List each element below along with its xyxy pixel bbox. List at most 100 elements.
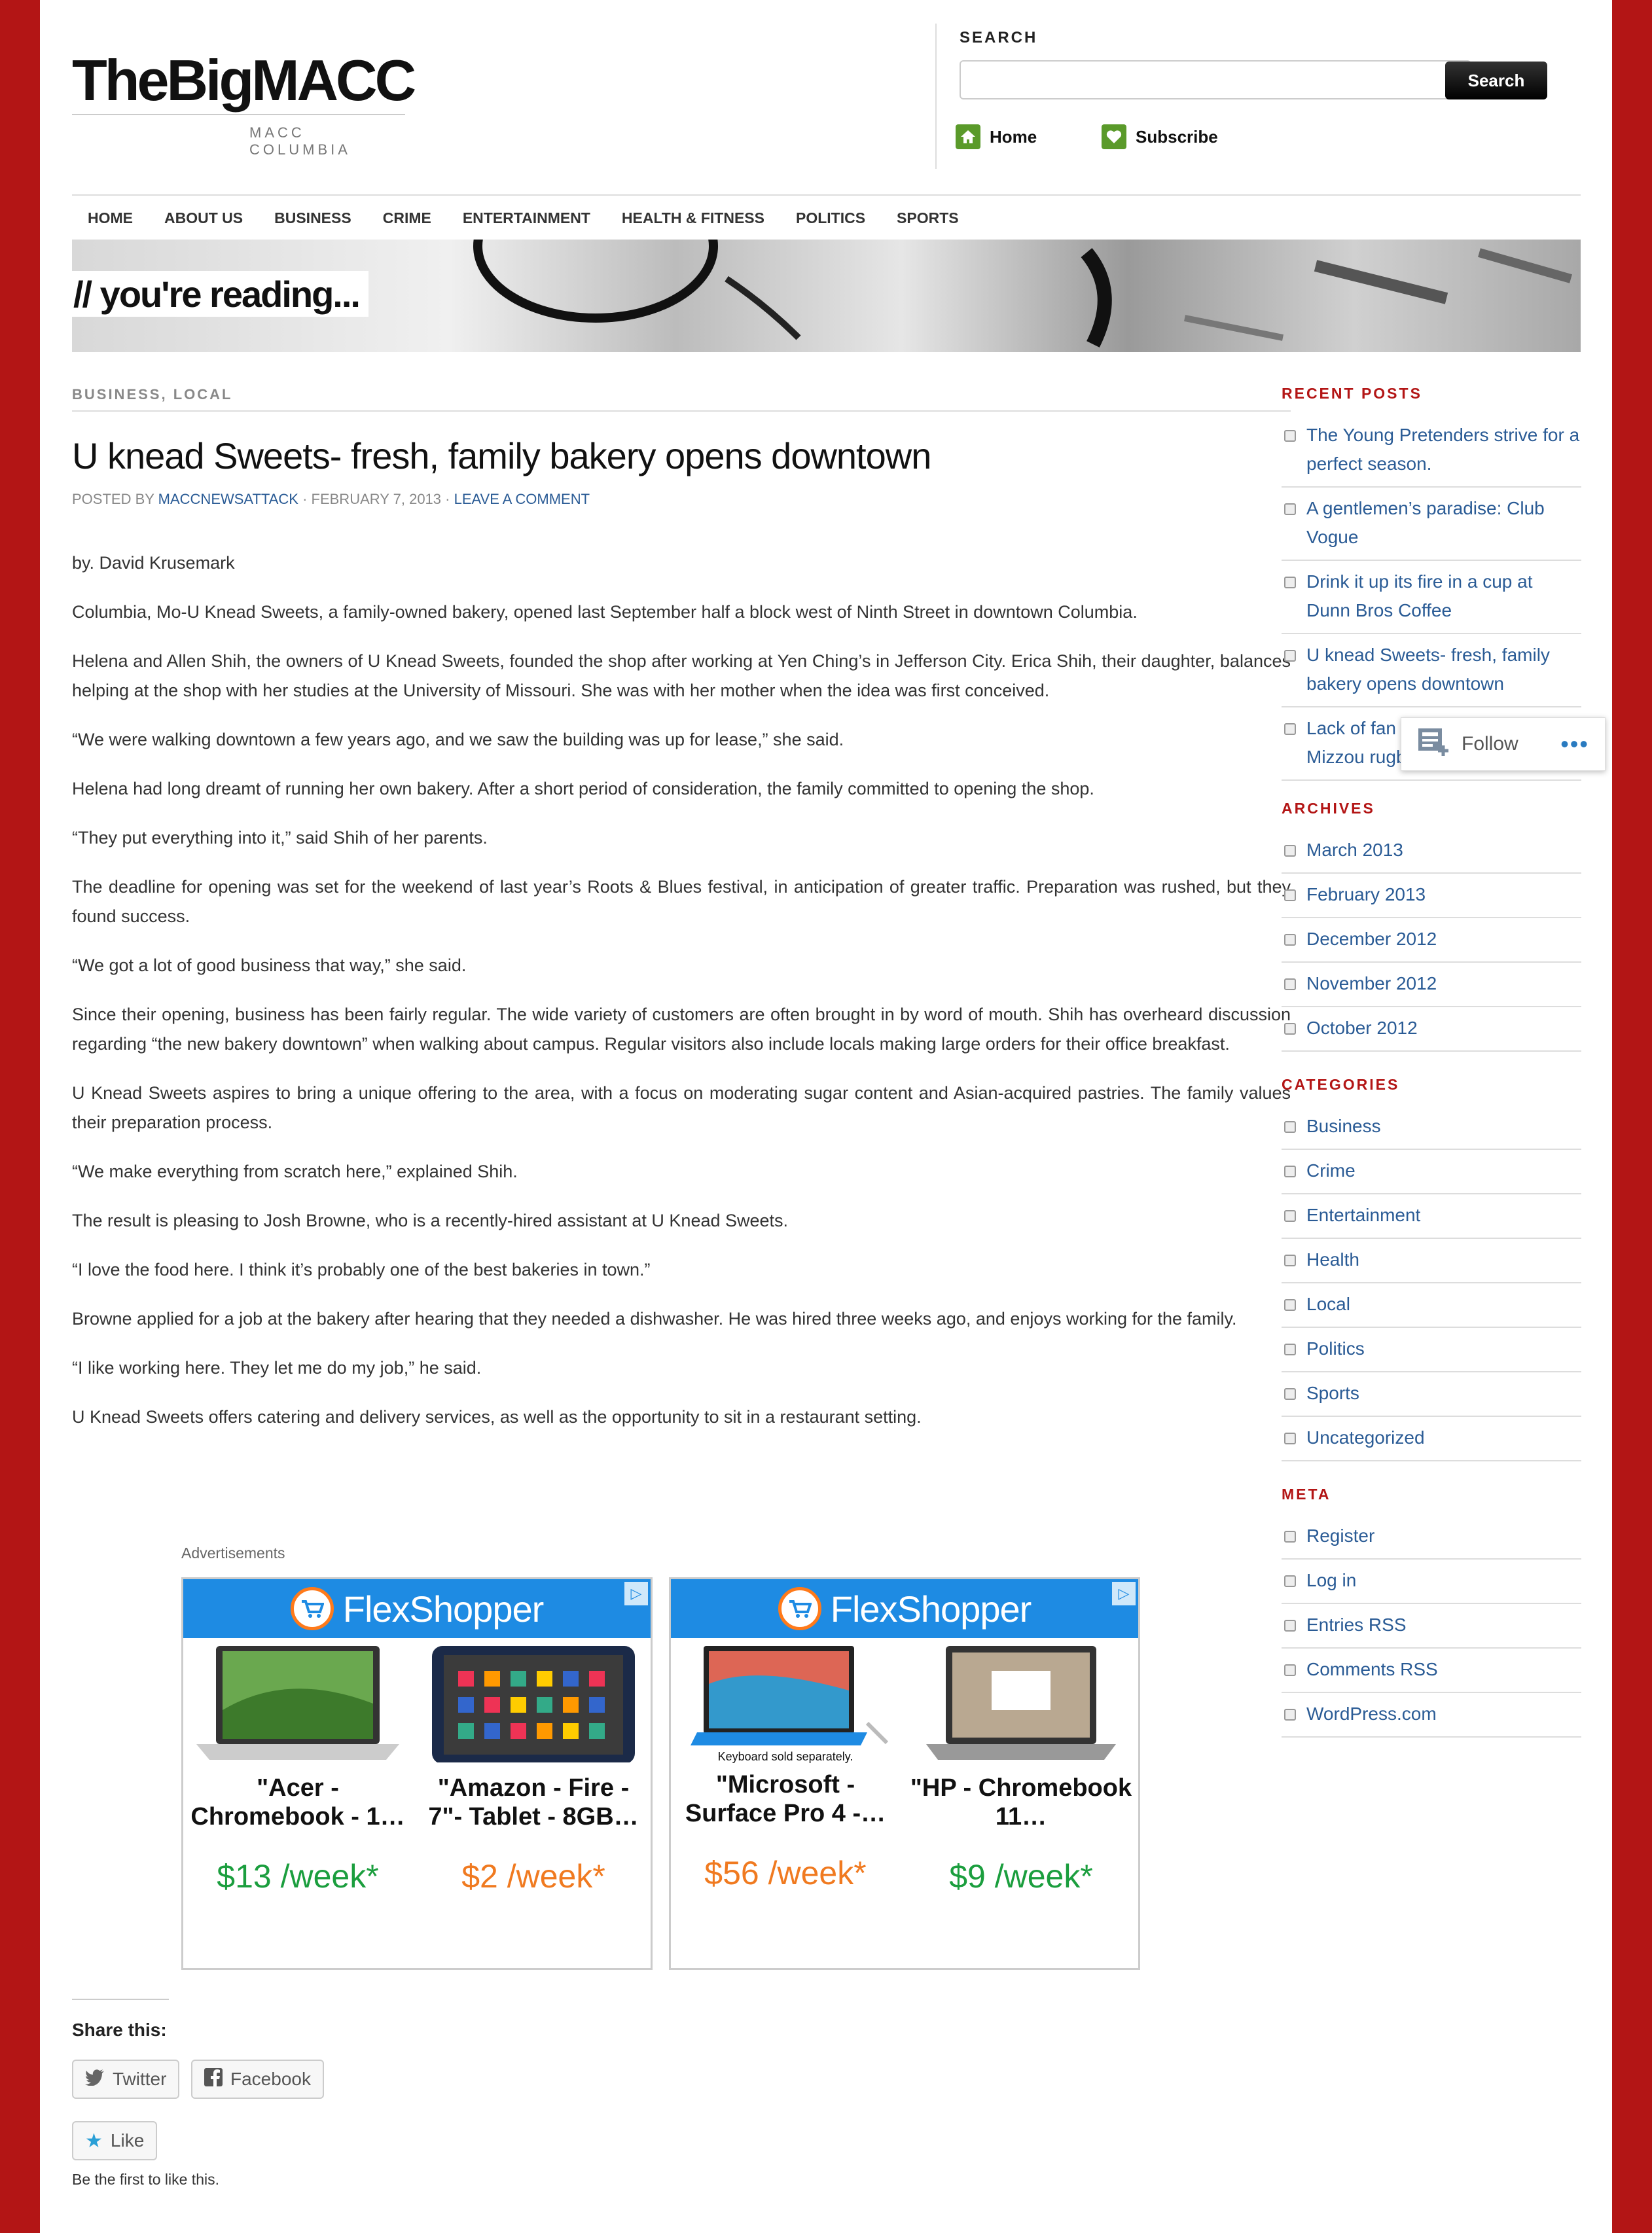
archive-item[interactable]: March 2013 (1282, 829, 1581, 874)
facebook-share-button[interactable]: Facebook (191, 2060, 324, 2099)
nav-about-us[interactable]: ABOUT US (149, 209, 259, 227)
recent-post-link[interactable]: U knead Sweets- fresh, family bakery ope… (1306, 641, 1581, 698)
category-link[interactable]: Crime (1306, 1156, 1356, 1185)
category-link[interactable]: Health (1306, 1245, 1359, 1274)
category-item[interactable]: Uncategorized (1282, 1417, 1581, 1461)
bullet-icon (1284, 1255, 1296, 1266)
recent-post-link[interactable]: The Young Pretenders strive for a perfec… (1306, 421, 1581, 478)
meta-item[interactable]: Comments RSS (1282, 1649, 1581, 1693)
category-item[interactable]: Entertainment (1282, 1194, 1581, 1239)
meta-item[interactable]: Log in (1282, 1560, 1581, 1604)
like-button[interactable]: ★ Like (72, 2121, 158, 2160)
recent-post-item[interactable]: Drink it up its fire in a cup at Dunn Br… (1282, 561, 1581, 634)
nav-crime[interactable]: CRIME (367, 209, 447, 227)
archive-item[interactable]: October 2012 (1282, 1007, 1581, 1052)
archive-link[interactable]: December 2012 (1306, 925, 1437, 954)
meta-item[interactable]: WordPress.com (1282, 1693, 1581, 1738)
paragraph: Columbia, Mo-U Knead Sweets, a family-ow… (72, 602, 1138, 622)
post-date[interactable]: FEBRUARY 7, 2013 (312, 491, 442, 507)
paragraph: Helena had long dreamt of running her ow… (72, 779, 1094, 798)
bullet-icon (1284, 430, 1296, 442)
nav-home[interactable]: HOME (72, 209, 149, 227)
ad-header: FlexShopper ▷ (671, 1579, 1138, 1638)
category-item[interactable]: Crime (1282, 1150, 1581, 1194)
nav-sports[interactable]: SPORTS (881, 209, 975, 227)
ad-unit-1[interactable]: FlexShopper ▷ "Acer - Chromebook - 1… $1… (181, 1577, 653, 1970)
follow-widget[interactable]: Follow ••• (1401, 717, 1606, 771)
leave-comment-link[interactable]: LEAVE A COMMENT (454, 491, 590, 507)
ad-product-price: $9 /week* (949, 1858, 1093, 1895)
meta-link[interactable]: Register (1306, 1522, 1374, 1550)
category-link[interactable]: Local (1306, 1290, 1350, 1319)
ad-product[interactable]: "Acer - Chromebook - 1… $13 /week* (187, 1645, 409, 1895)
bullet-icon (1284, 1575, 1296, 1587)
archive-link[interactable]: October 2012 (1306, 1014, 1418, 1043)
subscribe-link[interactable]: Subscribe (1102, 124, 1218, 149)
bullet-icon (1284, 1299, 1296, 1311)
recent-post-link[interactable]: Drink it up its fire in a cup at Dunn Br… (1306, 567, 1581, 625)
recent-post-item[interactable]: The Young Pretenders strive for a perfec… (1282, 414, 1581, 488)
follow-label: Follow (1462, 733, 1518, 755)
ad-product[interactable]: "HP - Chromebook 11… $9 /week* (910, 1645, 1132, 1895)
bullet-icon (1284, 845, 1296, 857)
category-link[interactable]: Politics (1306, 1334, 1365, 1363)
shopping-cart-icon (290, 1587, 334, 1630)
meta-link[interactable]: WordPress.com (1306, 1700, 1437, 1728)
category-item[interactable]: Politics (1282, 1328, 1581, 1372)
adchoices-icon[interactable]: ▷ (1112, 1582, 1136, 1605)
adchoices-icon[interactable]: ▷ (624, 1582, 648, 1605)
star-icon: ★ (85, 2130, 103, 2152)
recent-post-item[interactable]: U knead Sweets- fresh, family bakery ope… (1282, 634, 1581, 707)
ad-product[interactable]: Keyboard sold separately. "Microsoft - S… (674, 1645, 897, 1892)
nav-entertainment[interactable]: ENTERTAINMENT (447, 209, 606, 227)
recent-post-link[interactable]: A gentlemen’s paradise: Club Vogue (1306, 494, 1581, 552)
paragraph: “I love the food here. I think it’s prob… (72, 1260, 651, 1279)
author-link[interactable]: MACCNEWSATTACK (158, 491, 298, 507)
search-button[interactable]: Search (1445, 62, 1547, 99)
category-item[interactable]: Sports (1282, 1372, 1581, 1417)
ad-unit-2[interactable]: FlexShopper ▷ Keyboard sold separately. … (669, 1577, 1140, 1970)
more-options-icon[interactable]: ••• (1560, 730, 1589, 758)
search-input[interactable] (960, 60, 1471, 99)
bullet-icon (1284, 1344, 1296, 1355)
archive-item[interactable]: December 2012 (1282, 918, 1581, 963)
facebook-icon (204, 2067, 223, 2091)
recent-post-item[interactable]: A gentlemen’s paradise: Club Vogue (1282, 488, 1581, 561)
category-item[interactable]: Local (1282, 1283, 1581, 1328)
archive-link[interactable]: March 2013 (1306, 836, 1403, 865)
meta-item[interactable]: Register (1282, 1515, 1581, 1560)
shopping-cart-icon (778, 1587, 821, 1630)
follow-icon (1417, 727, 1451, 761)
bullet-icon (1284, 934, 1296, 946)
nav-health-fitness[interactable]: HEALTH & FITNESS (606, 209, 780, 227)
paragraph: The result is pleasing to Josh Browne, w… (72, 1211, 789, 1230)
archive-link[interactable]: November 2012 (1306, 969, 1437, 998)
meta-link[interactable]: Entries RSS (1306, 1611, 1407, 1639)
search-label: SEARCH (960, 29, 1038, 46)
category-link[interactable]: Sports (1306, 1379, 1359, 1408)
meta-item[interactable]: Entries RSS (1282, 1604, 1581, 1649)
home-link[interactable]: Home (956, 124, 1037, 149)
category-item[interactable]: Health (1282, 1239, 1581, 1283)
post-categories[interactable]: BUSINESS, LOCAL (72, 386, 232, 403)
site-title[interactable]: TheBigMACC (72, 47, 416, 114)
category-link[interactable]: Entertainment (1306, 1201, 1420, 1230)
category-link[interactable]: Business (1306, 1112, 1381, 1141)
byline: by. David Krusemark (72, 553, 235, 573)
post-meta: POSTED BY MACCNEWSATTACK · FEBRUARY 7, 2… (72, 491, 590, 508)
archive-item[interactable]: November 2012 (1282, 963, 1581, 1007)
nav-politics[interactable]: POLITICS (780, 209, 881, 227)
bullet-icon (1284, 1388, 1296, 1400)
meta-link[interactable]: Log in (1306, 1566, 1356, 1595)
archive-link[interactable]: February 2013 (1306, 880, 1426, 909)
like-note: Be the first to like this. (72, 2171, 219, 2188)
ad-product[interactable]: "Amazon - Fire - 7"- Tablet - 8GB… $2 /w… (422, 1645, 645, 1895)
nav-business[interactable]: BUSINESS (259, 209, 367, 227)
archive-item[interactable]: February 2013 (1282, 874, 1581, 918)
category-link[interactable]: Uncategorized (1306, 1423, 1425, 1452)
ad-product-name: "Acer - Chromebook - 1… (190, 1774, 405, 1831)
twitter-share-button[interactable]: Twitter (72, 2060, 180, 2099)
category-item[interactable]: Business (1282, 1105, 1581, 1150)
meta-link[interactable]: Comments RSS (1306, 1655, 1438, 1684)
ad-product-price: $56 /week* (704, 1855, 867, 1891)
